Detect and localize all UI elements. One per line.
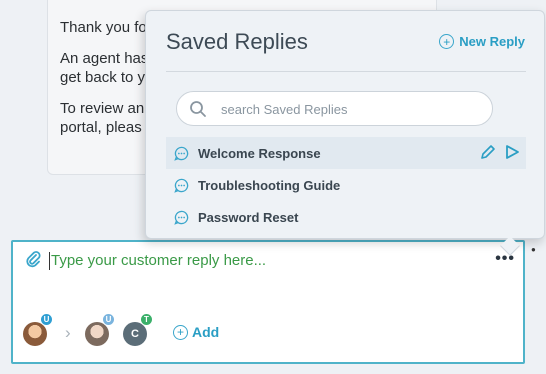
plus-circle-icon: + xyxy=(439,34,455,49)
status-badge: U xyxy=(40,313,53,326)
list-item[interactable]: Password Reset xyxy=(166,201,526,233)
popup-title: Saved Replies xyxy=(166,29,308,54)
new-reply-label: New Reply xyxy=(459,34,525,49)
status-badge: U xyxy=(102,313,115,326)
chat-bubble-icon xyxy=(174,210,189,225)
chevron-right-icon: › xyxy=(65,323,71,342)
item-actions xyxy=(480,144,520,160)
list-item[interactable]: Troubleshooting Guide xyxy=(166,169,526,201)
list-item-label: Welcome Response xyxy=(198,145,321,161)
paperclip-icon[interactable] xyxy=(25,250,41,268)
pencil-icon[interactable] xyxy=(480,144,496,160)
list-item-label: Troubleshooting Guide xyxy=(198,177,341,193)
search-input[interactable]: search Saved Replies xyxy=(176,91,493,126)
add-participant-button[interactable]: + Add xyxy=(173,324,219,340)
plus-circle-icon: + xyxy=(173,324,188,340)
reply-composer[interactable]: Type your customer reply here... ••• U ›… xyxy=(11,240,525,364)
new-reply-button[interactable]: + New Reply xyxy=(439,34,525,49)
participants: U › U C T + Add xyxy=(23,313,283,348)
status-badge: T xyxy=(140,313,153,326)
search-placeholder: search Saved Replies xyxy=(221,102,348,117)
add-label: Add xyxy=(192,324,220,340)
dot-marker: ● xyxy=(531,245,536,254)
chat-bubble-icon xyxy=(174,146,189,161)
saved-replies-list: Welcome Response Troubleshooting Guide P… xyxy=(166,137,526,233)
search-icon xyxy=(190,101,206,117)
reply-input[interactable]: Type your customer reply here... xyxy=(49,252,266,270)
divider xyxy=(166,71,526,72)
list-item-label: Password Reset xyxy=(198,209,299,225)
list-item[interactable]: Welcome Response xyxy=(166,137,526,169)
saved-replies-popup: Saved Replies + New Reply search Saved R… xyxy=(145,10,545,256)
send-icon[interactable] xyxy=(504,144,520,160)
chat-bubble-icon xyxy=(174,178,189,193)
